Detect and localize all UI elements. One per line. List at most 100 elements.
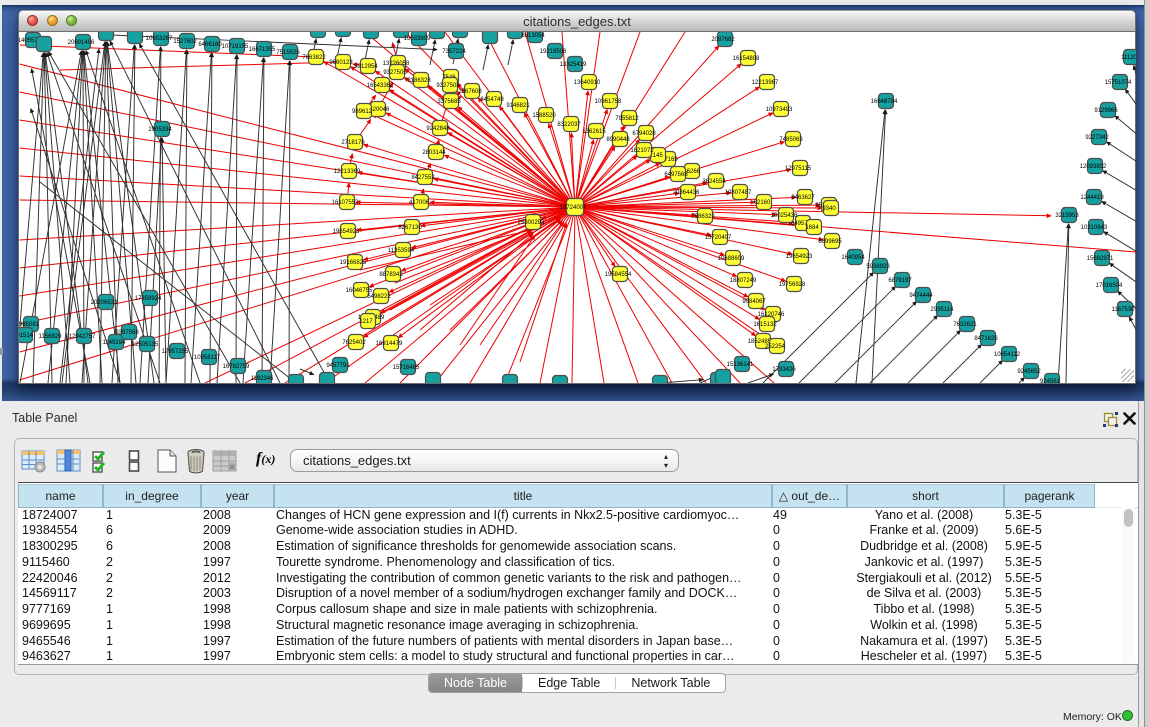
svg-text:18724007: 18724007 [560,205,587,211]
svg-text:12213369: 12213369 [334,169,361,175]
svg-text:16033809: 16033809 [404,36,431,42]
svg-text:25300293: 25300293 [518,220,545,226]
svg-text:8322037: 8322037 [557,122,581,128]
svg-text:19654923: 19654923 [786,254,813,260]
svg-text:7632621: 7632621 [953,322,977,328]
svg-text:12093832: 12093832 [1080,164,1107,170]
svg-text:17957255: 17957255 [162,349,189,355]
svg-text:9245652: 9245652 [1017,369,1041,375]
svg-text:1192346: 1192346 [251,376,275,382]
svg-text:16154808: 16154808 [733,56,760,62]
svg-text:15716485: 15716485 [393,365,420,371]
svg-text:2905334: 2905334 [148,127,172,133]
svg-text:9084067: 9084067 [742,299,766,305]
svg-text:10807487: 10807487 [725,190,752,196]
svg-text:7485063: 7485063 [779,137,803,143]
svg-text:417006: 417006 [409,200,430,206]
svg-text:3375685: 3375685 [437,99,461,105]
svg-text:10961758: 10961758 [595,99,622,105]
svg-text:1527602: 1527602 [173,39,197,45]
svg-text:6899695: 6899695 [818,239,842,245]
svg-text:19218506: 19218506 [540,49,567,55]
svg-text:8471626: 8471626 [974,336,998,342]
svg-text:1588520: 1588520 [532,113,556,119]
svg-text:16648784: 16648784 [871,99,898,105]
svg-text:19584554: 19584554 [605,272,632,278]
svg-text:20691406: 20691406 [68,40,95,46]
svg-text:10719155: 10719155 [222,44,249,50]
svg-text:15136141: 15136141 [727,362,754,368]
svg-text:10653267: 10653267 [146,36,173,42]
svg-text:9660123: 9660123 [329,60,353,66]
svg-text:12213967: 12213967 [752,80,779,86]
svg-text:17016504: 17016504 [1096,283,1123,289]
svg-text:16914479: 16914479 [376,341,403,347]
svg-text:9129966: 9129966 [1094,108,1118,114]
svg-text:1615132: 1615132 [753,322,777,328]
svg-text:1362615: 1362615 [582,129,606,135]
svg-text:15720407: 15720407 [705,235,732,241]
svg-text:15751074: 15751074 [1105,80,1132,86]
svg-text:1145194: 1145194 [103,340,127,346]
svg-text:20206533: 20206533 [91,300,118,306]
svg-text:9327508: 9327508 [436,83,460,89]
svg-text:7986322: 7986322 [691,214,715,220]
svg-text:8990448: 8990448 [606,137,630,143]
svg-text:12942757: 12942757 [69,334,96,340]
svg-text:9397568: 9397568 [115,330,139,336]
svg-text:8186328: 8186328 [407,78,431,84]
svg-text:16107552: 16107552 [332,200,359,206]
svg-text:8427552: 8427552 [411,175,435,181]
svg-text:16782759: 16782759 [223,364,250,370]
svg-text:1640954: 1640954 [841,255,865,261]
svg-text:16671355: 16671355 [249,47,276,53]
svg-text:1217: 1217 [359,319,373,325]
svg-text:391514: 391514 [19,333,34,339]
svg-text:1621072: 1621072 [630,148,654,154]
svg-text:2718176: 2718176 [341,140,365,146]
svg-text:2867608: 2867608 [458,89,482,95]
svg-text:19756928: 19756928 [779,282,806,288]
svg-text:9457791: 9457791 [326,363,350,369]
svg-text:6466160: 6466160 [198,42,222,48]
svg-text:2087682: 2087682 [711,37,735,43]
svg-text:12505135: 12505135 [132,342,159,348]
svg-text:1733426: 1733426 [772,367,796,373]
svg-text:8912954: 8912954 [354,64,378,70]
svg-text:13325419: 13325419 [560,62,587,68]
svg-text:1156829: 1156829 [39,334,63,340]
svg-text:10210643: 10210643 [1081,225,1108,231]
svg-text:11120: 11120 [1121,55,1136,61]
svg-text:9340: 9340 [822,206,836,212]
svg-text:6794028: 6794028 [632,131,656,137]
svg-text:62160: 62160 [754,200,771,206]
svg-text:6879197: 6879197 [888,278,912,284]
svg-text:18807249: 18807249 [730,278,757,284]
svg-text:989612: 989612 [352,109,373,115]
svg-text:7357224: 7357224 [442,49,466,55]
svg-text:10025438: 10025438 [771,213,798,219]
svg-text:9463627: 9463627 [791,195,815,201]
svg-text:10958117: 10958117 [194,355,221,361]
svg-text:5938923: 5938923 [866,264,890,270]
svg-text:7515526: 7515526 [276,50,300,56]
svg-text:8454749: 8454749 [480,97,504,103]
svg-text:9227342: 9227342 [1085,135,1109,141]
svg-text:17359924: 17359924 [135,296,162,302]
svg-text:15692971: 15692971 [1087,256,1114,262]
svg-text:7663822: 7663822 [302,55,326,61]
svg-text:10688609: 10688609 [718,256,745,262]
svg-text:10654112: 10654112 [994,352,1021,358]
svg-text:7625402: 7625402 [342,340,366,346]
svg-text:924561: 924561 [1040,379,1061,383]
svg-text:7955812: 7955812 [615,116,639,122]
svg-text:3624554: 3624554 [702,179,726,185]
svg-text:10973493: 10973493 [766,107,793,113]
svg-text:1684: 1684 [805,225,819,231]
svg-text:2935114: 2935114 [931,307,955,313]
svg-text:9474444: 9474444 [909,293,933,299]
svg-text:12975115: 12975115 [785,166,812,172]
svg-text:20364436: 20364436 [673,190,700,196]
svg-text:8878342: 8878342 [379,272,403,278]
svg-text:9242848: 9242848 [426,126,450,132]
